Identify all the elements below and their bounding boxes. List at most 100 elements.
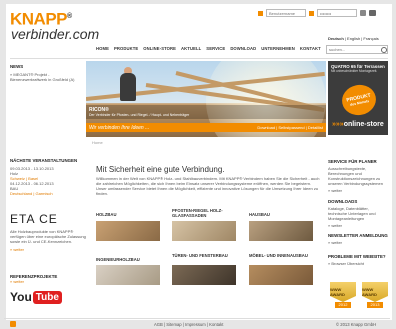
planner-more-link[interactable]: » weiter	[328, 188, 388, 193]
browser-overview-link[interactable]: » Browser Übersicht	[328, 261, 388, 266]
eta-text: Alle Holzbauprodukte von KNAPP® verfügen…	[10, 229, 86, 244]
product-of-month-badge: PRODUKT des Monats	[339, 81, 379, 119]
search-input[interactable]	[327, 47, 379, 52]
nav-unternehmen[interactable]: UNTERNEHMEN	[261, 46, 295, 51]
product-title: INGENIEURHOLZBAU	[96, 257, 140, 262]
downloads-more-link[interactable]: » weiter	[328, 223, 388, 228]
youtube-you: You	[10, 290, 32, 304]
newsletter-block: NEWSLETTER ANMELDUNG » weiter	[328, 233, 388, 245]
product-title: PFOSTEN-RIEGEL HOLZ-GLASFASSADEN	[172, 208, 223, 218]
news-item[interactable]: » MEGANT® Projekt - Bienenzwerkraftwerk …	[10, 72, 84, 82]
planner-service-block: SERVICE FÜR PLANER Ausschreibungstexte, …	[328, 159, 388, 193]
events-heading: NÄCHSTE VERANSTALTUNGEN	[10, 158, 78, 163]
newsletter-heading: NEWSLETTER ANMELDUNG	[328, 233, 388, 238]
page: KNAPP® verbinder.com Deutsch | English |…	[6, 4, 392, 320]
youtube-logo[interactable]: You Tube	[10, 290, 62, 304]
youtube-tube: Tube	[32, 290, 62, 304]
user-icon	[258, 10, 263, 16]
brand-reg: ®	[67, 13, 72, 20]
nav-produkte[interactable]: PRODUKTE	[114, 46, 138, 51]
product-tueren-fensterbau[interactable]: TÜREN- UND FENSTERBAU	[172, 253, 236, 285]
planner-text: Ausschreibungstexte, Berechnungen und Ko…	[328, 166, 383, 186]
nav-aktuell[interactable]: AKTUELL	[181, 46, 201, 51]
product-image	[249, 221, 313, 241]
eta-ce-logo: ETA CE	[10, 212, 58, 226]
login-bar	[258, 9, 376, 17]
breadcrumb[interactable]: Home	[92, 140, 103, 145]
online-store-arrow: »»»	[332, 121, 344, 128]
awards: WWW AWARD 2012 WWW AWARD 2013	[330, 282, 388, 308]
newsletter-more-link[interactable]: » weiter	[328, 240, 388, 245]
problems-heading: PROBLEME MIT WEBSITE?	[328, 254, 386, 259]
hero-subtitle: Der Verbinder für Pfosten- und Riegel- /…	[89, 113, 190, 117]
product-title: MÖBEL- UND INNENAUSBAU	[249, 253, 308, 258]
intro-text: Willkommen in der Welt von KNAPP® Holz- …	[96, 176, 320, 196]
search-box	[326, 45, 388, 54]
rss-icon[interactable]	[10, 321, 16, 327]
knapp-logo[interactable]: KNAPP® verbinder.com	[10, 9, 100, 42]
website-problems-block: PROBLEME MIT WEBSITE? » Browser Übersich…	[328, 254, 388, 266]
hero-bar: Wir verbinden Ihre Ideen ... Download | …	[86, 123, 326, 132]
online-store-link[interactable]: »»»online-store	[332, 121, 384, 128]
product-title: HOLZBAU	[96, 212, 117, 217]
hero-links[interactable]: Download | Selbstpassend | Detaillist	[257, 125, 323, 130]
product-image	[172, 221, 236, 241]
nav-divider	[10, 58, 388, 59]
product-image	[249, 265, 313, 285]
copyright: © 2013 Knapp GmbH	[336, 322, 377, 327]
hero-banner[interactable]: RICON® Der Verbinder für Pfosten- und Ri…	[86, 61, 326, 137]
news-block: NEWS » MEGANT® Projekt - Bienenzwerkraft…	[10, 64, 84, 82]
username-input[interactable]	[266, 9, 306, 17]
hero-caption: RICON® Der Verbinder für Pfosten- und Ri…	[86, 105, 326, 119]
references-more-link[interactable]: » weiter	[10, 279, 57, 284]
product-title: TÜREN- UND FENSTERBAU	[172, 253, 228, 258]
product-moebel-innenausbau[interactable]: MÖBEL- UND INNENAUSBAU	[249, 253, 313, 285]
search-icon[interactable]	[381, 46, 387, 53]
footer-divider	[4, 318, 390, 319]
award-badge: WWW AWARD 2013	[362, 282, 388, 308]
nav-home[interactable]: HOME	[96, 46, 109, 51]
downloads-block: DOWNLOADS Kataloge, Datenblätter, techni…	[328, 199, 388, 228]
product-image	[96, 221, 160, 241]
language-active[interactable]: Deutsch	[328, 36, 344, 41]
downloads-heading: DOWNLOADS	[328, 199, 358, 204]
brand-subtitle: verbinder.com	[11, 25, 100, 42]
page-title: Mit Sicherheit eine gute Verbindung.	[96, 165, 225, 174]
product-title: HAUSBAU	[249, 212, 270, 217]
hero-tagline: Wir verbinden Ihre Ideen ...	[89, 124, 150, 131]
lock-icon	[309, 10, 314, 16]
events-block: NÄCHSTE VERANSTALTUNGEN 09.03.2013 - 13.…	[10, 158, 86, 196]
nav-download[interactable]: DOWNLOAD	[230, 46, 256, 51]
language-switcher: Deutsch | English | Français	[328, 36, 379, 41]
main-nav: HOME PRODUKTE ONLINE-STORE AKTUELL SERVI…	[96, 46, 321, 51]
award-badge: WWW AWARD 2012	[330, 282, 356, 308]
award-label: WWW AWARD	[330, 282, 356, 302]
award-label: WWW AWARD	[362, 282, 388, 302]
award-year: 2012	[335, 302, 351, 308]
nav-online-store[interactable]: ONLINE-STORE	[143, 46, 176, 51]
hero-worker	[120, 73, 136, 101]
references-block: REFERENZPROJEKTE » weiter	[10, 274, 57, 284]
cart-icon[interactable]	[369, 10, 376, 16]
quatro-subtitle: Mit unbeschränkter Montagezeit.	[331, 69, 378, 73]
product-image	[96, 265, 160, 285]
quatro-promo[interactable]: QUATRO 65 für Terrassen Mit unbeschränkt…	[328, 61, 388, 135]
eta-more-link[interactable]: » weiter	[10, 247, 86, 252]
login-button[interactable]	[360, 10, 366, 16]
nav-kontakt[interactable]: KONTAKT	[300, 46, 321, 51]
product-hausbau[interactable]: HAUSBAU	[249, 212, 313, 241]
language-others[interactable]: | English | Français	[344, 36, 379, 41]
product-ingenieurholzbau[interactable]: INGENIEURHOLZBAU	[96, 257, 160, 285]
event-2-link[interactable]: Deutschland | Garmisch	[10, 191, 86, 196]
footer-links[interactable]: AGB | Sitemap | Impressum | Kontakt	[154, 322, 223, 327]
password-input[interactable]	[317, 9, 357, 17]
product-holzbau[interactable]: HOLZBAU	[96, 212, 160, 241]
planner-heading: SERVICE FÜR PLANER	[328, 159, 377, 164]
award-year: 2013	[367, 302, 383, 308]
downloads-text: Kataloge, Datenblätter, technische Unter…	[328, 206, 376, 221]
news-heading: NEWS	[10, 64, 24, 69]
nav-service[interactable]: SERVICE	[206, 46, 225, 51]
eta-block: ETA CE Alle Holzbauprodukte von KNAPP® v…	[10, 212, 86, 252]
product-pfosten-riegel[interactable]: PFOSTEN-RIEGEL HOLZ-GLASFASSADEN	[172, 208, 236, 241]
online-store-label: online-store	[343, 121, 384, 128]
